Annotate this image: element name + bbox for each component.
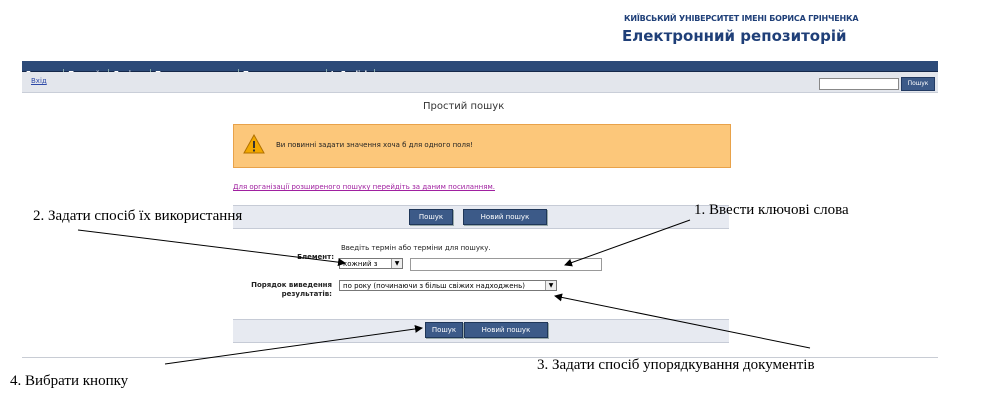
- arrow-4: [164, 325, 423, 365]
- annotation-arrows: [77, 219, 811, 365]
- arrow-3: [554, 293, 811, 349]
- arrow-1: [564, 219, 691, 267]
- annotation-4: 4. Вибрати кнопку: [10, 373, 129, 389]
- annotation-3: 3. Задати спосіб упорядкування документі…: [537, 357, 815, 373]
- annotation-1: 1. Ввести ключові слова: [694, 202, 849, 218]
- annotation-2: 2. Задати спосіб їх використання: [33, 208, 243, 224]
- arrow-2: [77, 229, 346, 267]
